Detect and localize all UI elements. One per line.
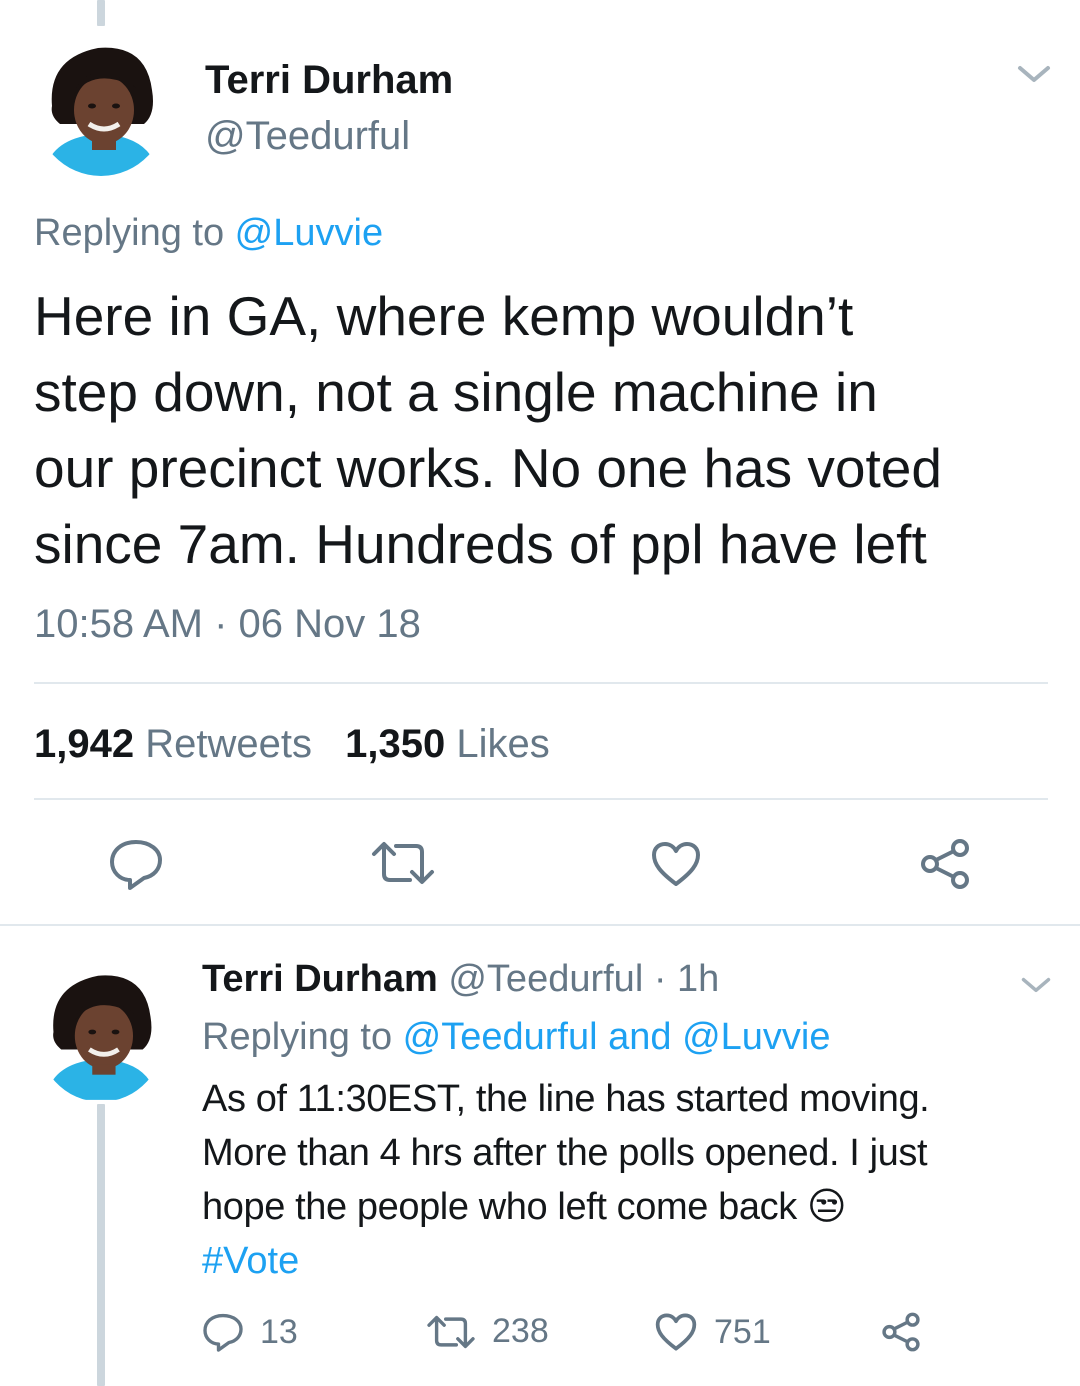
heart-icon[interactable]: [650, 840, 702, 888]
replying-to: Replying to @Luvvie: [34, 212, 383, 255]
divider: [34, 798, 1048, 800]
author-name[interactable]: Terri Durham: [205, 58, 453, 103]
reply-author-name[interactable]: Terri Durham: [202, 958, 438, 1000]
avatar-image: [36, 964, 166, 1100]
reply-author-handle[interactable]: @Teedurful: [448, 958, 643, 1000]
likes-stat[interactable]: 1,350 Likes: [345, 722, 550, 766]
reply-icon[interactable]: [108, 838, 164, 890]
mention-link[interactable]: @Luvvie: [235, 212, 383, 254]
reply-action-like[interactable]: 751: [654, 1312, 771, 1352]
retweets-stat[interactable]: 1,942 Retweets: [34, 722, 312, 766]
avatar[interactable]: [36, 962, 166, 1102]
tweet-text-line: Here in GA, where kemp wouldn’t: [34, 285, 854, 347]
author-handle[interactable]: @Teedurful: [205, 114, 410, 159]
reply-text-line-with-emoji: hope the people who left come back 😒: [202, 1180, 929, 1234]
tweet-text-line: step down, not a single machine in: [34, 361, 878, 423]
retweets-count: 1,942: [34, 722, 135, 766]
retweets-label: Retweets: [145, 722, 312, 766]
like-count: 751: [714, 1312, 771, 1351]
share-icon[interactable]: [918, 838, 972, 890]
mention-link[interactable]: @Teedurful and @Luvvie: [403, 1016, 831, 1058]
reply-action-retweet[interactable]: 238: [426, 1312, 549, 1351]
tweet-text-line: our precinct works. No one has voted: [34, 437, 942, 499]
share-icon[interactable]: [880, 1312, 922, 1352]
divider: [34, 682, 1048, 684]
reply-replying-to: Replying to @Teedurful and @Luvvie: [202, 1016, 831, 1059]
retweet-icon: [427, 1315, 475, 1348]
avatar[interactable]: [34, 36, 168, 176]
engagement-stats: 1,942 Retweets 1,350 Likes: [34, 722, 550, 767]
timestamp[interactable]: 10:58 AM · 06 Nov 18: [34, 602, 421, 647]
reply-time-ago[interactable]: · 1h: [654, 958, 719, 1000]
thread-line-bottom: [97, 1104, 105, 1386]
twitter-thread: Terri Durham @Teedurful Replying to @Luv…: [0, 0, 1080, 1386]
retweet-icon[interactable]: [370, 840, 436, 886]
tweet-text-line: since 7am. Hundreds of ppl have left: [34, 513, 927, 575]
avatar-image: [34, 36, 168, 176]
likes-label: Likes: [456, 722, 550, 766]
reply-text-line: hope the people who left come back: [202, 1186, 797, 1228]
divider: [0, 924, 1080, 926]
likes-count: 1,350: [345, 722, 446, 766]
tweet-text: Here in GA, where kemp wouldn’t step dow…: [34, 278, 942, 582]
reply-header: Terri Durham @Teedurful · 1h: [202, 958, 719, 1001]
unamused-face-icon: 😒: [806, 1186, 847, 1228]
reply-text: As of 11:30EST, the line has started mov…: [202, 1072, 930, 1288]
hashtag-link[interactable]: #Vote: [202, 1234, 929, 1288]
reply-count: 13: [260, 1312, 298, 1351]
reply-icon: [203, 1313, 243, 1352]
chevron-down-icon[interactable]: [1020, 974, 1052, 996]
heart-icon: [655, 1313, 697, 1351]
replying-prefix: Replying to: [34, 212, 235, 254]
reply-action-reply[interactable]: 13: [202, 1312, 298, 1352]
reply-text-line: As of 11:30EST, the line has started mov…: [202, 1078, 930, 1120]
retweet-count: 238: [492, 1312, 549, 1350]
replying-prefix: Replying to: [202, 1016, 403, 1058]
chevron-down-icon[interactable]: [1016, 62, 1052, 86]
reply-text-line: More than 4 hrs after the polls opened. …: [202, 1132, 928, 1174]
thread-line-top: [97, 0, 105, 26]
